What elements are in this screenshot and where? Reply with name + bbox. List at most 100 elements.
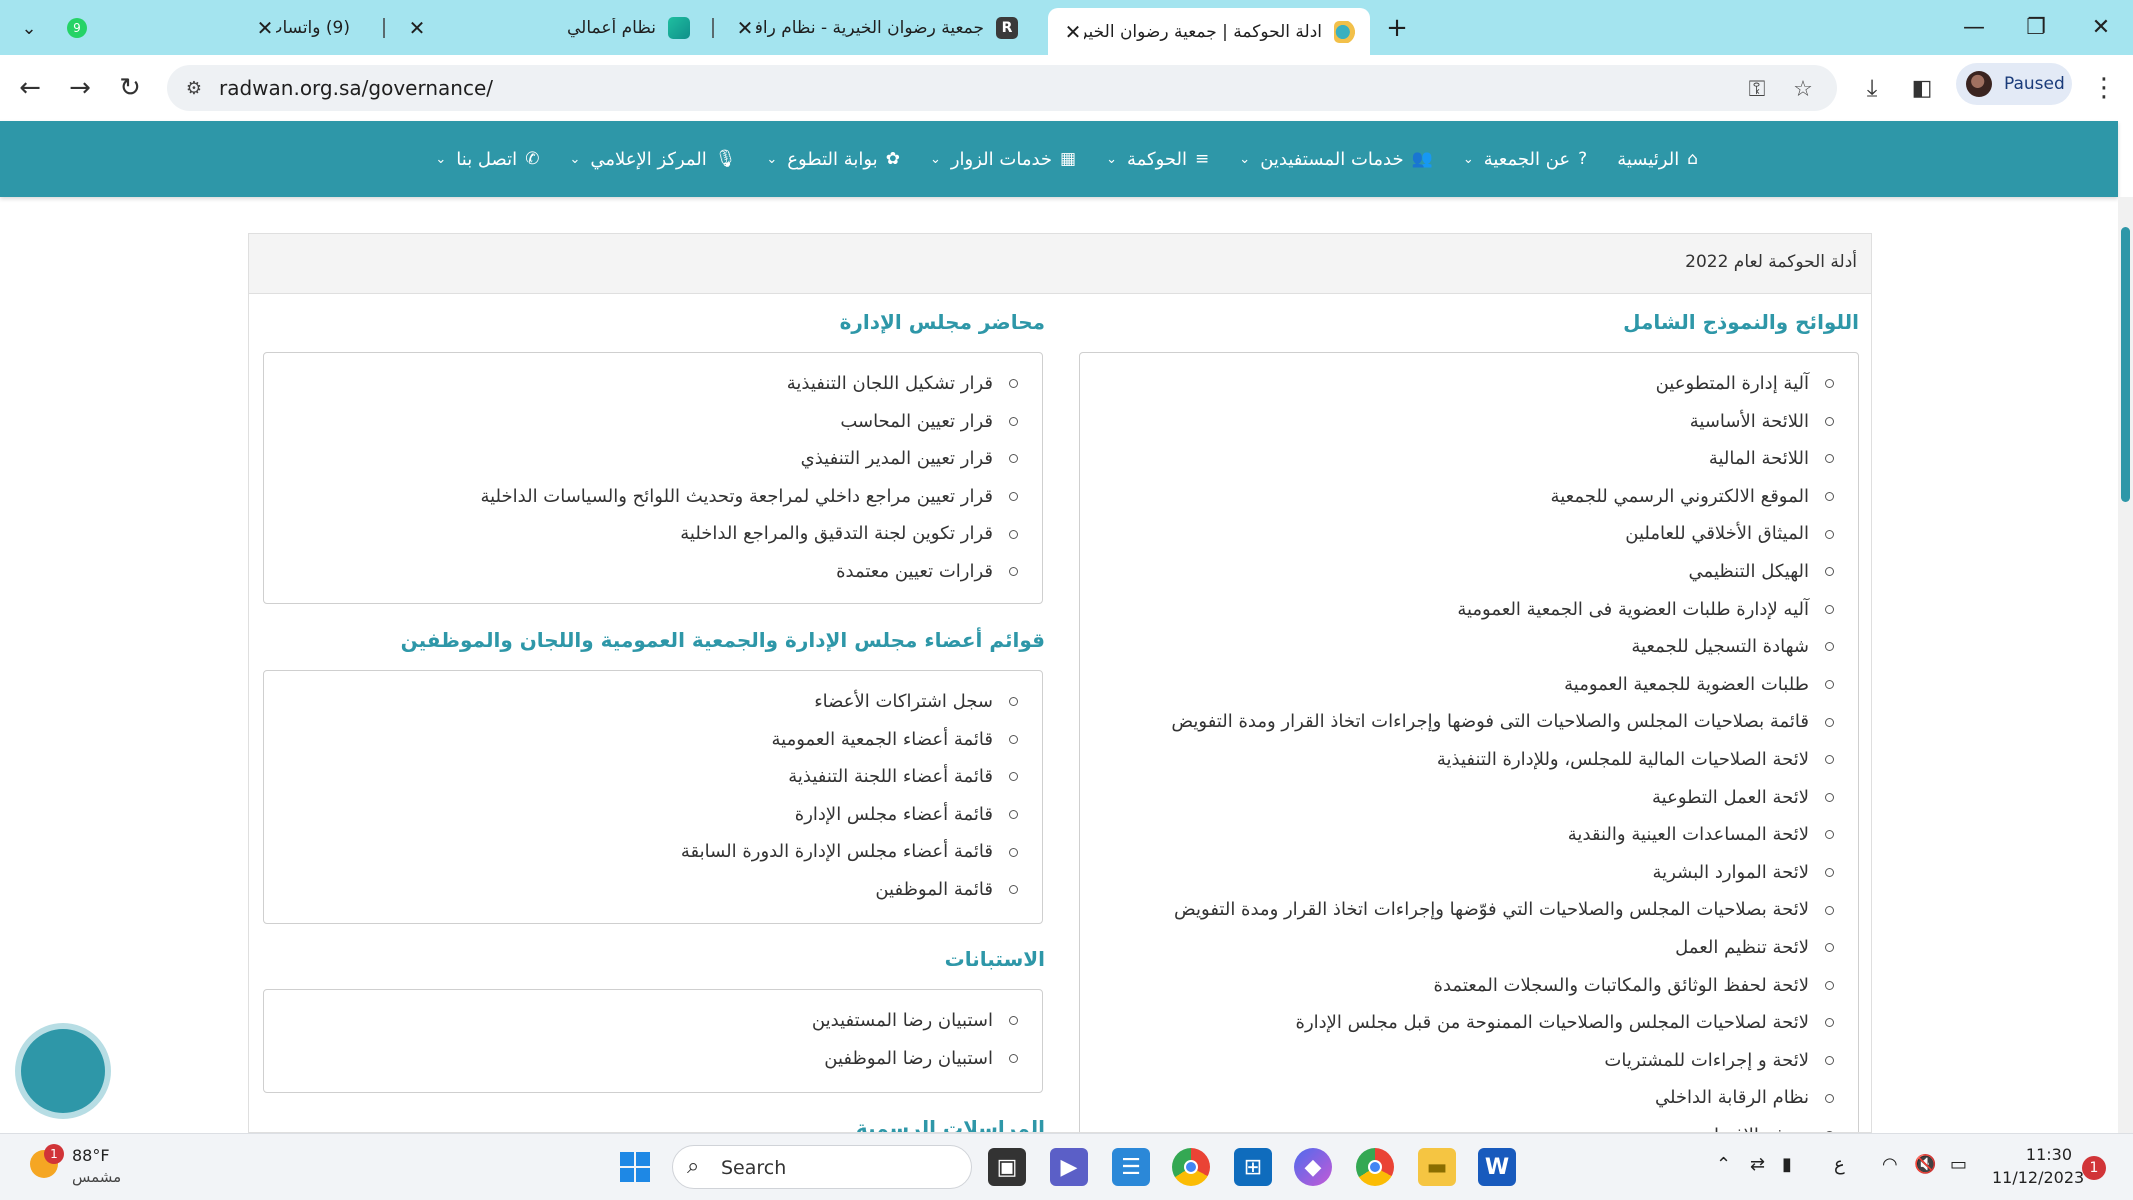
restore-button[interactable]: ❐ bbox=[2008, 8, 2064, 46]
document-link[interactable]: لائحة بصلاحيات المجلس والصلاحيات التي فو… bbox=[1174, 891, 1809, 929]
chrome-button[interactable] bbox=[1172, 1148, 1210, 1186]
forward-button[interactable]: → bbox=[60, 68, 100, 108]
url-text[interactable]: radwan.org.sa/governance/ bbox=[219, 76, 493, 100]
nav-item-media-center[interactable]: 🎙 المركز الإعلامي ⌄ bbox=[569, 149, 736, 170]
document-link[interactable]: نموذج الإفصاح bbox=[1702, 1117, 1809, 1132]
document-link[interactable]: قرار تشكيل اللجان التنفيذية bbox=[787, 365, 993, 403]
document-link[interactable]: استبيان رضا المستفيدين bbox=[812, 1002, 993, 1040]
document-link[interactable]: لائحة الموارد البشرية bbox=[1653, 854, 1809, 892]
document-link[interactable]: قائمة أعضاء مجلس الإدارة bbox=[795, 796, 993, 834]
reload-button[interactable]: ↻ bbox=[110, 68, 150, 108]
star-icon[interactable]: ☆ bbox=[1789, 75, 1817, 103]
close-icon[interactable]: ✕ bbox=[734, 16, 756, 40]
site-settings-icon[interactable]: ⚙ bbox=[181, 75, 207, 101]
tab-whatsapp[interactable]: (9) واتساب ✕ bbox=[240, 8, 376, 48]
list-item[interactable]: استبيان رضا المستفيدين bbox=[264, 1002, 1018, 1040]
document-link[interactable]: الهيكل التنظيمي bbox=[1689, 553, 1809, 591]
nav-item-contact[interactable]: ✆ اتصل بنا ⌄ bbox=[435, 149, 539, 170]
list-item[interactable]: قرار تعيين المدير التنفيذي bbox=[264, 440, 1018, 478]
nav-item-visitor-services[interactable]: ▦ خدمات الزوار ⌄ bbox=[930, 149, 1076, 170]
list-item[interactable]: قائمة الموظفين bbox=[264, 871, 1018, 909]
notification-badge[interactable]: 1 bbox=[2082, 1156, 2106, 1180]
document-link[interactable]: اللائحة الأساسية bbox=[1690, 403, 1809, 441]
document-link[interactable]: اللائحة المالية bbox=[1709, 440, 1809, 478]
scrollbar-thumb[interactable] bbox=[2121, 227, 2130, 502]
word-button[interactable]: W bbox=[1478, 1148, 1516, 1186]
store-button[interactable]: ⊞ bbox=[1234, 1148, 1272, 1186]
nav-item-about[interactable]: ? عن الجمعية ⌄ bbox=[1463, 149, 1587, 170]
list-item[interactable]: قرار تكوين لجنة التدقيق والمراجع الداخلي… bbox=[264, 515, 1018, 553]
list-item[interactable]: لائحة المساعدات العينية والنقدية bbox=[1080, 816, 1834, 854]
tab-rafed[interactable]: R جمعية رضوان الخيرية - نظام رافد ✕ bbox=[720, 8, 1032, 48]
close-icon[interactable]: ✕ bbox=[1062, 20, 1084, 44]
list-item[interactable]: نموذج الإفصاح bbox=[1080, 1117, 1834, 1132]
menu-button[interactable]: ⋮ bbox=[2084, 68, 2124, 108]
list-item[interactable]: لائحة بصلاحيات المجلس والصلاحيات التي فو… bbox=[1080, 891, 1834, 929]
close-window-button[interactable]: ✕ bbox=[2073, 8, 2129, 46]
document-link[interactable]: نظام الرقابة الداخلي bbox=[1655, 1079, 1809, 1117]
document-link[interactable]: لائحة لحفظ الوثائق والمكاتبات والسجلات ا… bbox=[1434, 967, 1809, 1005]
list-item[interactable]: استبيان رضا الموظفين bbox=[264, 1040, 1018, 1078]
teams-button[interactable]: ▶ bbox=[1050, 1148, 1088, 1186]
mute-icon[interactable]: 🔇 bbox=[1914, 1154, 1936, 1175]
list-item[interactable]: لائحة لحفظ الوثائق والمكاتبات والسجلات ا… bbox=[1080, 967, 1834, 1005]
nav-item-beneficiary-services[interactable]: 👥 خدمات المستفيدين ⌄ bbox=[1239, 149, 1433, 170]
list-item[interactable]: شهادة التسجيل للجمعية bbox=[1080, 628, 1834, 666]
copilot-button[interactable]: ◆ bbox=[1294, 1148, 1332, 1186]
nav-item-home[interactable]: ⌂ الرئيسية bbox=[1617, 149, 1698, 170]
document-link[interactable]: لائحة تنظيم العمل bbox=[1675, 929, 1809, 967]
document-link[interactable]: طلبات العضوية للجمعية العمومية bbox=[1564, 666, 1809, 704]
document-link[interactable]: قائمة بصلاحيات المجلس والصلاحيات التى فو… bbox=[1171, 703, 1809, 741]
list-item[interactable]: قرار تعيين مراجع داخلي لمراجعة وتحديث ال… bbox=[264, 478, 1018, 516]
file-explorer-button[interactable]: ▬ bbox=[1418, 1148, 1456, 1186]
list-item[interactable]: الموقع الالكتروني الرسمي للجمعية bbox=[1080, 478, 1834, 516]
document-link[interactable]: قائمة أعضاء مجلس الإدارة الدورة السابقة bbox=[681, 833, 993, 871]
list-item[interactable]: قائمة بصلاحيات المجلس والصلاحيات التى فو… bbox=[1080, 703, 1834, 741]
list-item[interactable]: قائمة أعضاء مجلس الإدارة الدورة السابقة bbox=[264, 833, 1018, 871]
tab-group-button[interactable]: 9 bbox=[60, 11, 94, 45]
chrome-profile-button[interactable] bbox=[1356, 1148, 1394, 1186]
list-item[interactable]: لائحة الصلاحيات المالية للمجلس، وللإدارة… bbox=[1080, 741, 1834, 779]
chevron-up-icon[interactable]: ⌃ bbox=[1716, 1154, 1731, 1175]
list-item[interactable]: سجل اشتراكات الأعضاء bbox=[264, 683, 1018, 721]
document-link[interactable]: قرار تعيين المحاسب bbox=[840, 403, 993, 441]
list-item[interactable]: قرار تعيين المحاسب bbox=[264, 403, 1018, 441]
language-indicator[interactable]: ع bbox=[1834, 1154, 1845, 1175]
document-link[interactable]: شهادة التسجيل للجمعية bbox=[1631, 628, 1809, 666]
floating-chat-button[interactable] bbox=[15, 1023, 111, 1119]
list-item[interactable]: قائمة أعضاء اللجنة التنفيذية bbox=[264, 758, 1018, 796]
notepad-button[interactable]: ☰ bbox=[1112, 1148, 1150, 1186]
battery-icon[interactable]: ▭ bbox=[1950, 1154, 1967, 1175]
new-tab-button[interactable]: + bbox=[1380, 11, 1414, 45]
key-icon[interactable]: ⚿ bbox=[1743, 75, 1771, 103]
taskbar-search[interactable]: ⌕ Search bbox=[672, 1145, 972, 1189]
list-item[interactable]: الهيكل التنظيمي bbox=[1080, 553, 1834, 591]
minimize-button[interactable]: — bbox=[1946, 8, 2002, 46]
list-item[interactable]: آلية إدارة المتطوعين bbox=[1080, 365, 1834, 403]
app-tray-icon[interactable]: ▮ bbox=[1782, 1154, 1792, 1175]
tab-search-button[interactable]: ⌄ bbox=[12, 11, 46, 45]
document-link[interactable]: آليه لإدارة طلبات العضوية فى الجمعية الع… bbox=[1457, 591, 1809, 629]
document-link[interactable]: سجل اشتراكات الأعضاء bbox=[814, 683, 993, 721]
document-link[interactable]: استبيان رضا الموظفين bbox=[824, 1040, 993, 1078]
document-link[interactable]: لائحة و إجراءات للمشتريات bbox=[1604, 1042, 1809, 1080]
document-link[interactable]: قرار تعيين المدير التنفيذي bbox=[801, 440, 993, 478]
document-link[interactable]: قرارات تعيين معتمدة bbox=[836, 553, 993, 591]
document-link[interactable]: لائحة الصلاحيات المالية للمجلس، وللإدارة… bbox=[1437, 741, 1809, 779]
document-link[interactable]: لائحة لصلاحيات المجلس والصلاحيات الممنوح… bbox=[1296, 1004, 1809, 1042]
list-item[interactable]: قرار تشكيل اللجان التنفيذية bbox=[264, 365, 1018, 403]
downloads-button[interactable]: ⤓ bbox=[1852, 68, 1892, 108]
close-icon[interactable]: ✕ bbox=[406, 16, 428, 40]
document-link[interactable]: لائحة العمل التطوعية bbox=[1652, 779, 1809, 817]
document-link[interactable]: قائمة أعضاء الجمعية العمومية bbox=[772, 721, 994, 759]
document-link[interactable]: الموقع الالكتروني الرسمي للجمعية bbox=[1551, 478, 1809, 516]
side-panel-button[interactable]: ◧ bbox=[1902, 68, 1942, 108]
address-bar[interactable]: ⚙ radwan.org.sa/governance/ ⚿ ☆ bbox=[167, 65, 1837, 111]
list-item[interactable]: لائحة الموارد البشرية bbox=[1080, 854, 1834, 892]
wifi-icon[interactable]: ◠ bbox=[1882, 1154, 1898, 1175]
system-clock[interactable]: 11:30 11/12/2023 bbox=[1992, 1145, 2084, 1187]
start-button[interactable] bbox=[616, 1148, 654, 1186]
tab-governance[interactable]: ادلة الحوكمة | جمعية رضوان الخير ✕ bbox=[1048, 8, 1370, 55]
list-item[interactable]: لائحة العمل التطوعية bbox=[1080, 779, 1834, 817]
list-item[interactable]: قرارات تعيين معتمدة bbox=[264, 553, 1018, 591]
